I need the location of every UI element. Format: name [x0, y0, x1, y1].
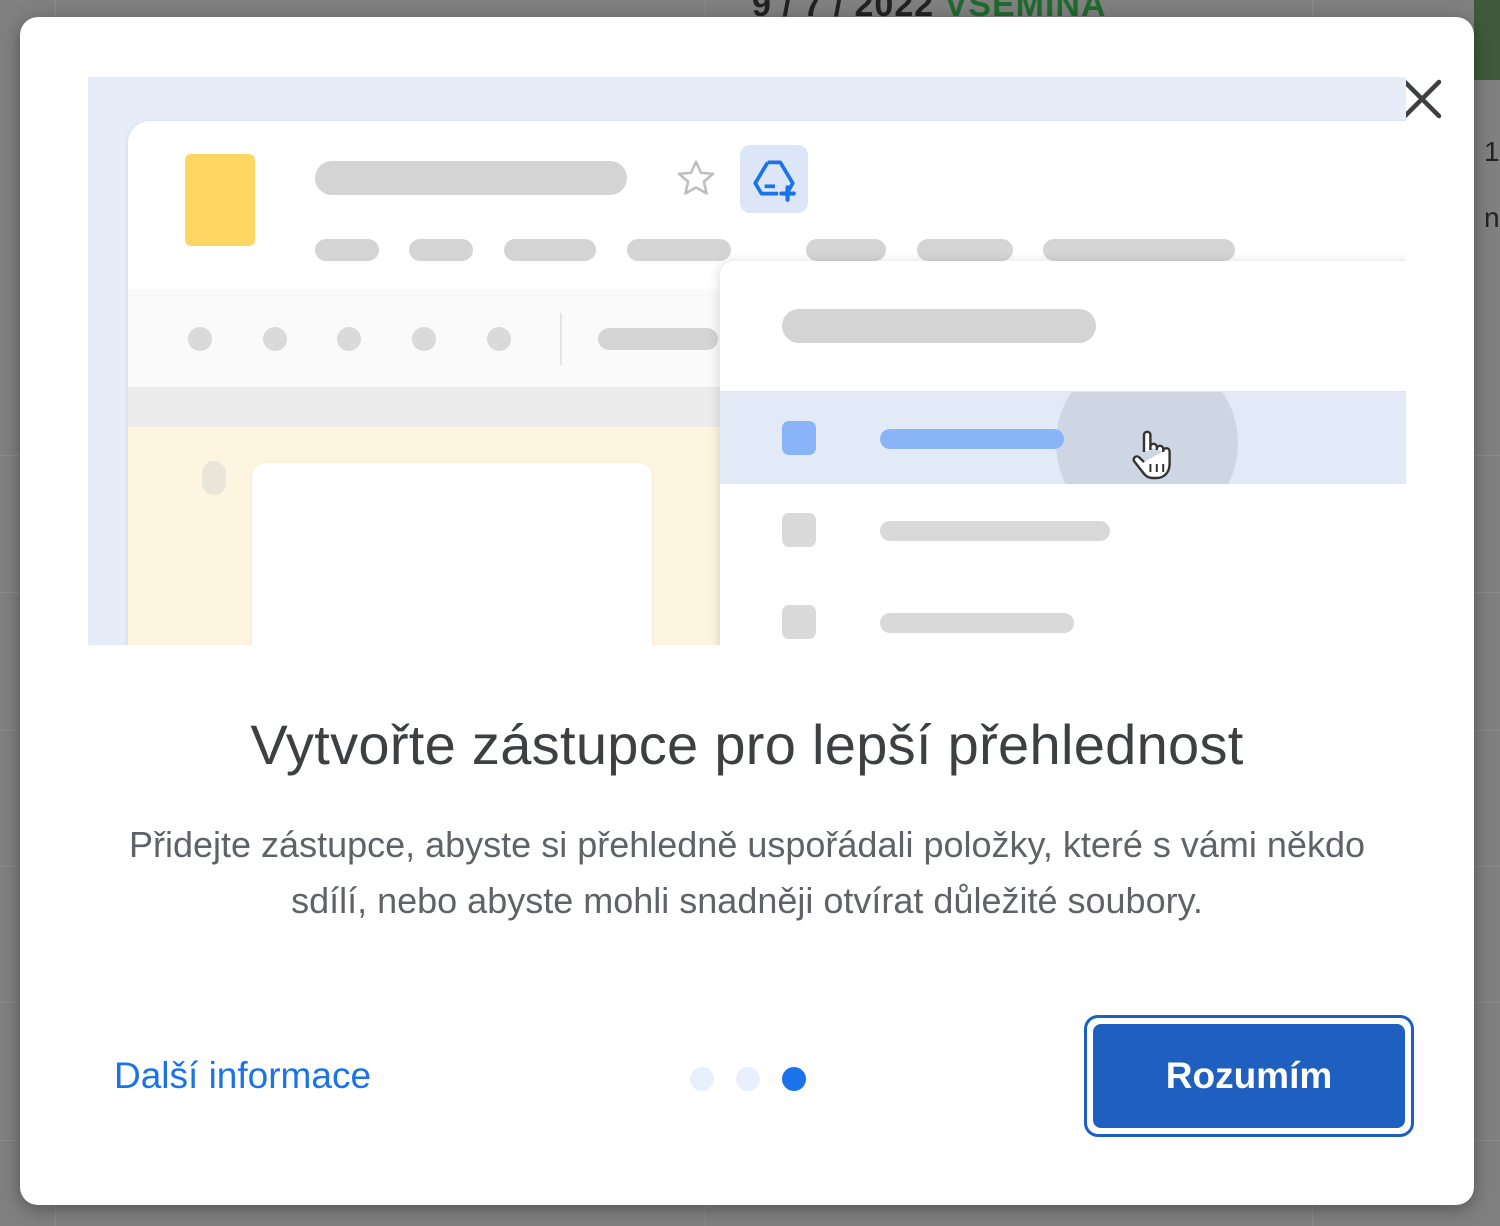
placeholder-bar: [880, 613, 1074, 633]
pagination-dot-3[interactable]: [782, 1067, 806, 1091]
bg-cell-text: 1: [1484, 136, 1500, 167]
add-shortcut-icon: [753, 160, 796, 202]
placeholder-dot: [487, 327, 511, 351]
toolbar-divider: [560, 313, 562, 365]
dialog-description: Přidejte zástupce, abyste si přehledně u…: [128, 824, 1365, 921]
placeholder-bar: [917, 239, 1013, 261]
placeholder-bar: [806, 239, 886, 261]
pagination-dot-2[interactable]: [736, 1067, 760, 1091]
placeholder-bar: [598, 328, 718, 350]
illustration: [88, 77, 1406, 645]
add-shortcut-button: [740, 145, 808, 213]
bg-thumbnail: [1474, 0, 1500, 80]
placeholder-bar: [315, 239, 379, 261]
onboarding-dialog: Vytvořte zástupce pro lepší přehlednost …: [20, 17, 1474, 1205]
placeholder-bar: [880, 521, 1110, 541]
placeholder-square: [782, 513, 816, 547]
hand-cursor-icon: [1128, 428, 1176, 484]
got-it-button[interactable]: Rozumím: [1093, 1024, 1405, 1128]
placeholder-square: [782, 605, 816, 639]
star-icon: [674, 157, 718, 206]
placeholder-bar: [880, 429, 1064, 449]
close-icon: [1402, 79, 1442, 119]
menu-row-selected: [720, 392, 1406, 484]
placeholder-dot: [188, 327, 212, 351]
placeholder-square: [782, 421, 816, 455]
menu-row: [720, 484, 1406, 576]
illustration-window: [128, 121, 1406, 645]
placeholder-dot: [337, 327, 361, 351]
placeholder-dot: [412, 327, 436, 351]
placeholder-bar: [782, 309, 1096, 343]
placeholder-bar: [409, 239, 473, 261]
illustration-page: [252, 463, 652, 645]
placeholder-dot: [263, 327, 287, 351]
dialog-title: Vytvořte zástupce pro lepší přehlednost: [250, 713, 1244, 776]
placeholder-bar: [315, 161, 627, 195]
menu-header: [720, 261, 1406, 392]
placeholder-bar: [1043, 239, 1235, 261]
placeholder-nub: [202, 461, 226, 495]
pagination-dot-1[interactable]: [690, 1067, 714, 1091]
bg-cell-text: nu: [1484, 202, 1500, 233]
menu-row: [720, 576, 1406, 645]
illustration-menu: [720, 261, 1406, 645]
got-it-button-focus-ring: Rozumím: [1084, 1015, 1414, 1137]
placeholder-bar: [627, 239, 731, 261]
placeholder-bar: [504, 239, 596, 261]
doc-icon: [185, 154, 255, 246]
learn-more-link[interactable]: Další informace: [114, 1055, 371, 1097]
